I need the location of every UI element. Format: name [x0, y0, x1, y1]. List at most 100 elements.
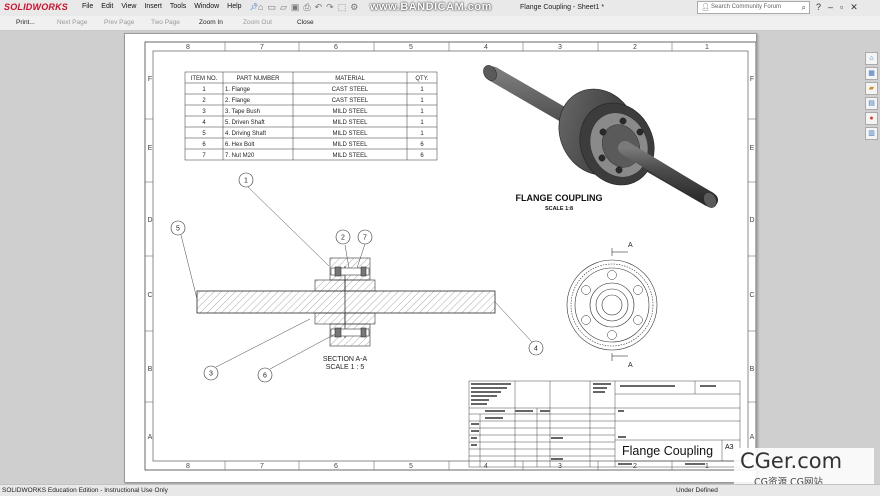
print-preview-toolbar: Print... Next Page Prev Page Two Page Zo…	[0, 16, 880, 31]
bom-cell: MILD STEEL	[332, 153, 368, 159]
balloon-label[interactable]: 6	[263, 373, 267, 380]
zone-col-bottom: 6	[334, 463, 338, 470]
balloon-label[interactable]: 3	[209, 371, 213, 378]
bom-cell: 7. Nut M20	[225, 153, 255, 159]
task-pane: ⌂ ▦ ▰ ▤ ● ▥	[865, 52, 879, 140]
section-view-title: SECTION A-A	[323, 356, 368, 363]
restore-button[interactable]: ▫	[840, 2, 843, 13]
zone-row-right: A	[750, 434, 755, 441]
print-button[interactable]: Print...	[16, 19, 35, 26]
iso-view-title: FLANGE COUPLING	[516, 193, 603, 203]
zone-row-left: D	[147, 217, 152, 224]
search-input[interactable]: 👤︎ Search Community Forum ⌕	[697, 1, 810, 14]
solidworks-logo[interactable]: SOLIDWORKS	[4, 2, 68, 12]
bom-cell: 4	[202, 120, 206, 126]
balloon-label[interactable]: 5	[176, 226, 180, 233]
home-icon[interactable]: ⌂	[258, 2, 263, 13]
bom-cell: 3. Tape Bush	[225, 109, 260, 115]
zone-col-top: 5	[409, 44, 413, 51]
bom-cell: 1	[420, 120, 424, 126]
home-icon[interactable]: ⌂	[865, 52, 878, 65]
menu-tools[interactable]: Tools	[170, 3, 186, 11]
front-view[interactable]	[566, 248, 658, 361]
bom-cell: 1	[420, 87, 424, 93]
bom-cell: 6	[420, 153, 424, 159]
select-icon[interactable]: ⬚	[338, 2, 347, 13]
isometric-view[interactable]	[481, 63, 719, 210]
search-icon[interactable]: ⌕	[802, 3, 806, 13]
bom-cell: 6	[420, 142, 424, 148]
status-edition: SOLIDWORKS Education Edition - Instructi…	[2, 487, 168, 494]
save-icon[interactable]: ▣	[291, 2, 300, 13]
status-bar: SOLIDWORKS Education Edition - Instructi…	[0, 484, 880, 496]
bom-cell: 2	[202, 98, 206, 104]
zoom-out-button[interactable]: Zoom Out	[243, 19, 272, 26]
drawing-canvas: 8 7 6 5 4 3 2 1 8 7 6 5 4 3 2 1 F E D C …	[144, 41, 757, 471]
bom-header: QTY.	[415, 76, 429, 82]
minimize-button[interactable]: –	[828, 2, 833, 13]
menu-help[interactable]: Help	[227, 3, 241, 11]
search-placeholder: Search Community Forum	[711, 4, 782, 10]
close-button[interactable]: ✕	[850, 2, 858, 13]
menu-window[interactable]: Window	[194, 3, 219, 11]
balloon-label[interactable]: 2	[341, 235, 345, 242]
redo-icon[interactable]: ↷	[326, 2, 334, 13]
section-view[interactable]	[196, 257, 496, 347]
bom-cell: CAST STEEL	[332, 98, 369, 104]
status-definition: Under Defined	[676, 487, 718, 494]
zone-col-top: 8	[186, 44, 190, 51]
bom-cell: 3	[202, 109, 206, 115]
bom-cell: 5. Driven Shaft	[225, 120, 265, 126]
menu-file[interactable]: File	[82, 3, 93, 11]
zone-row-right: C	[749, 292, 754, 299]
bom-cell: 6. Hex Bolt	[225, 142, 255, 148]
menu-insert[interactable]: Insert	[144, 3, 162, 11]
drawing-title: Flange Coupling	[622, 444, 713, 458]
zone-col-bottom: 7	[260, 463, 264, 470]
properties-icon[interactable]: ▥	[865, 127, 878, 140]
balloon-label[interactable]: 1	[244, 178, 248, 185]
bom-table[interactable]	[184, 71, 438, 161]
zone-row-right: F	[750, 76, 754, 83]
palette-icon[interactable]: ●	[865, 112, 878, 125]
zone-row-left: F	[148, 76, 152, 83]
bom-header: ITEM NO.	[191, 76, 218, 82]
bom-header: PART NUMBER	[236, 76, 280, 82]
folder-icon[interactable]: ▰	[865, 82, 878, 95]
bom-cell: MILD STEEL	[332, 131, 368, 137]
bom-cell: 1	[420, 109, 424, 115]
two-page-button[interactable]: Two Page	[151, 19, 180, 26]
next-page-button[interactable]: Next Page	[57, 19, 87, 26]
user-icon: 👤︎	[701, 4, 710, 11]
zone-row-left: A	[148, 434, 153, 441]
open-icon[interactable]: ▱	[280, 2, 287, 13]
prev-page-button[interactable]: Prev Page	[104, 19, 134, 26]
parts-icon[interactable]: ▦	[865, 67, 878, 80]
bom-cell: 1	[420, 98, 424, 104]
balloon-label[interactable]: 4	[534, 346, 538, 353]
balloon-label[interactable]: 7	[363, 235, 367, 242]
bom-header: MATERIAL	[335, 76, 365, 82]
bom-cell: 4. Driving Shaft	[225, 131, 266, 137]
zone-row-right: B	[750, 366, 755, 373]
zone-col-bottom: 1	[705, 463, 709, 470]
bom-cell: 6	[202, 142, 206, 148]
quick-access-toolbar: ⌂ ▭ ▱ ▣ ⎙ ↶ ↷ ⬚ ⚙︎	[258, 2, 358, 13]
bom-cell: 5	[202, 131, 206, 137]
appearance-icon[interactable]: ▤	[865, 97, 878, 110]
menu-edit[interactable]: Edit	[101, 3, 113, 11]
drawing-sheet[interactable]: 8 7 6 5 4 3 2 1 8 7 6 5 4 3 2 1 F E D C …	[124, 33, 757, 483]
close-preview-button[interactable]: Close	[297, 19, 314, 26]
zone-row-left: E	[148, 145, 153, 152]
undo-icon[interactable]: ↶	[315, 2, 323, 13]
zone-col-bottom: 8	[186, 463, 190, 470]
options-icon[interactable]: ⚙︎	[350, 2, 358, 13]
zoom-in-button[interactable]: Zoom In	[199, 19, 223, 26]
print-icon[interactable]: ⎙	[303, 2, 310, 13]
zone-col-bottom: 2	[633, 463, 637, 470]
new-document-icon[interactable]: ▭	[267, 2, 276, 13]
help-icon[interactable]: ?	[816, 2, 821, 13]
cger-watermark: CGer.com CG资源 CG网站	[734, 448, 874, 488]
menu-view[interactable]: View	[121, 3, 136, 11]
zone-col-top: 1	[705, 44, 709, 51]
